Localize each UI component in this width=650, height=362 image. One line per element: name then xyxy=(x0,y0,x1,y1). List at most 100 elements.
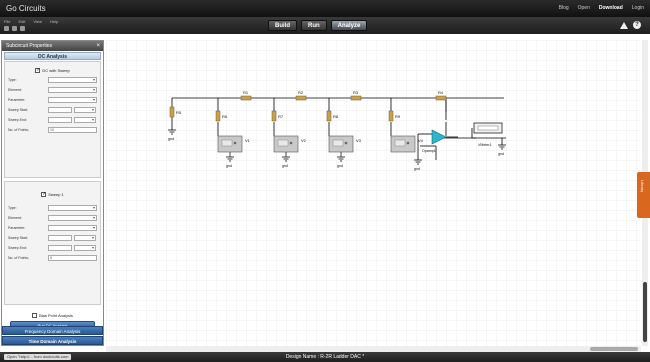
open-link[interactable]: Open xyxy=(578,5,590,11)
parameter-select[interactable] xyxy=(48,97,97,103)
tab-time-domain[interactable]: Time Domain Analysis xyxy=(2,336,103,345)
dc-sweep-checkbox[interactable] xyxy=(35,67,41,73)
resistor-r4[interactable] xyxy=(435,95,447,101)
svg-text:gnd: gnd xyxy=(226,164,232,168)
status-bar: Open "http://... from docircuits.com Des… xyxy=(0,352,650,362)
panel-header: Subcircuit Properties × xyxy=(2,41,103,51)
field-points-2: No. of Points: 5 xyxy=(5,253,100,263)
sweep-end-unit[interactable] xyxy=(74,117,96,123)
design-name: Design Name : R-2R Ladder DAC * xyxy=(285,354,365,360)
svg-text:gnd: gnd xyxy=(414,167,420,171)
resistor-r8[interactable] xyxy=(326,110,332,122)
sweep2-row: Sweep 1 xyxy=(5,190,100,199)
resistor-r2[interactable] xyxy=(295,95,307,101)
bias-label: Bias Point Analysis xyxy=(39,312,73,318)
source-v3[interactable] xyxy=(328,135,354,153)
resistor-r9[interactable] xyxy=(388,110,394,122)
blog-link[interactable]: Blog xyxy=(559,5,569,11)
svg-text:V4: V4 xyxy=(418,138,424,143)
tab-frequency-domain[interactable]: Frequency Domain Analysis xyxy=(2,326,103,335)
label-r4: R4 xyxy=(438,90,444,95)
resistor-r3[interactable] xyxy=(350,95,362,101)
sweep-end-input[interactable] xyxy=(48,117,72,123)
svg-text:gnd: gnd xyxy=(168,137,174,141)
field-element: Element: xyxy=(5,85,100,95)
element-select-2[interactable] xyxy=(48,215,97,221)
sweep-start-input-2[interactable] xyxy=(48,235,72,241)
svg-text:gnd: gnd xyxy=(498,152,504,156)
new-icon[interactable] xyxy=(4,26,9,31)
help-icon[interactable]: ? xyxy=(633,21,641,29)
svg-text:V2: V2 xyxy=(301,138,307,143)
svg-text:gnd: gnd xyxy=(337,164,343,168)
field-parameter: Parameter: xyxy=(5,95,100,105)
warning-icon[interactable] xyxy=(620,22,628,29)
opamp-label: Opamp1 xyxy=(422,149,436,153)
field-points: No. of Points: 10 xyxy=(5,125,100,135)
sweep2-section: Sweep 1 Type: Element: Parameter: Sweep … xyxy=(4,181,101,305)
menu-file[interactable]: File xyxy=(4,19,10,24)
menu-bar: File Edit View Help xyxy=(4,19,58,24)
type-select-2[interactable] xyxy=(48,205,97,211)
label-r5: R5 xyxy=(176,110,182,115)
analyze-button[interactable]: Analyze xyxy=(330,20,368,31)
svg-text:V1: V1 xyxy=(245,138,251,143)
sweep-start-unit[interactable] xyxy=(74,107,96,113)
source-v1[interactable] xyxy=(217,135,243,153)
sweep2-checkbox[interactable] xyxy=(41,191,46,197)
field-parameter-2: Parameter: xyxy=(5,223,100,233)
resistor-r6[interactable] xyxy=(215,110,221,122)
label-r9: R9 xyxy=(395,114,401,119)
sweep-end-input-2[interactable] xyxy=(48,245,72,251)
sweep-start-input[interactable] xyxy=(48,107,72,113)
sweep-start-unit-2[interactable] xyxy=(74,235,96,241)
dc-sweep-label: DC with Sweep xyxy=(42,68,70,73)
dc-sweep-row: DC with Sweep xyxy=(5,66,100,75)
label-r6: R6 xyxy=(222,114,228,119)
menu-edit[interactable]: Edit xyxy=(18,19,25,24)
svg-text:V3: V3 xyxy=(356,138,362,143)
element-select[interactable] xyxy=(48,87,97,93)
sweep1-section: DC with Sweep Type: Element: Parameter: … xyxy=(4,61,101,178)
menu-help[interactable]: Help xyxy=(50,19,58,24)
quick-icons xyxy=(4,26,25,31)
parameter-select-2[interactable] xyxy=(48,225,97,231)
label-r1: R1 xyxy=(243,90,249,95)
close-icon[interactable]: × xyxy=(96,41,100,51)
save-icon[interactable] xyxy=(20,26,25,31)
field-sweep-start-2: Sweep Start: xyxy=(5,233,100,243)
dc-analysis-header[interactable]: DC Analysis xyxy=(4,52,101,60)
points-input[interactable]: 10 xyxy=(48,127,97,133)
resistor-r7[interactable] xyxy=(271,110,277,122)
field-type-2: Type: xyxy=(5,203,100,213)
source-v2[interactable] xyxy=(273,135,299,153)
source-v4[interactable] xyxy=(390,135,416,153)
run-button[interactable]: Run xyxy=(301,20,327,31)
library-tab[interactable]: Library xyxy=(637,172,650,218)
type-select[interactable] xyxy=(48,77,97,83)
panel-title: Subcircuit Properties xyxy=(6,43,53,49)
login-link[interactable]: Login xyxy=(632,5,644,11)
svg-text:gnd: gnd xyxy=(282,164,288,168)
sweep-end-unit-2[interactable] xyxy=(74,245,96,251)
schematic-svg[interactable]: R1 R2 R3 R4 R5 R6 R7 R8 R9 V1 V2 V3 V4 g… xyxy=(106,40,641,346)
vertical-scroll-thumb[interactable] xyxy=(643,282,647,342)
bias-checkbox[interactable] xyxy=(32,312,38,318)
voltmeter-label: VMeter1 xyxy=(478,143,492,147)
horizontal-scroll-thumb[interactable] xyxy=(590,347,638,351)
build-button[interactable]: Build xyxy=(268,20,297,31)
properties-panel: Subcircuit Properties × DC Analysis DC w… xyxy=(1,40,104,346)
menu-view[interactable]: View xyxy=(33,19,42,24)
top-links: Blog Open Download Login xyxy=(559,5,644,11)
schematic-canvas[interactable]: R1 R2 R3 R4 R5 R6 R7 R8 R9 V1 V2 V3 V4 g… xyxy=(106,40,641,346)
open-icon[interactable] xyxy=(12,26,17,31)
field-sweep-end: Sweep End: xyxy=(5,115,100,125)
download-link[interactable]: Download xyxy=(599,5,623,11)
resistor-r5[interactable] xyxy=(169,106,175,118)
analysis-tabs: Frequency Domain Analysis Time Domain An… xyxy=(2,325,103,345)
points-input-2[interactable]: 5 xyxy=(48,255,97,261)
resistor-r1[interactable] xyxy=(240,95,252,101)
mode-switch: Build Run Analyze xyxy=(268,20,368,31)
field-sweep-end-2: Sweep End: xyxy=(5,243,100,253)
field-element-2: Element: xyxy=(5,213,100,223)
